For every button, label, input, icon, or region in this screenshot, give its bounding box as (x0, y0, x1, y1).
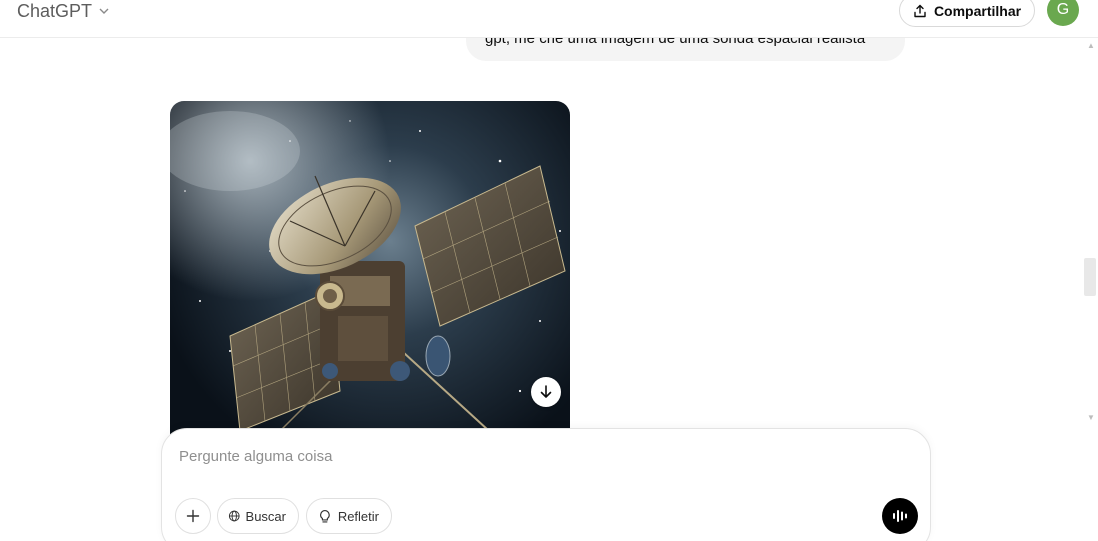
model-selector[interactable]: ChatGPT (17, 0, 110, 22)
reason-tool-label: Refletir (337, 508, 379, 524)
lightbulb-icon (320, 509, 330, 523)
chevron-down-icon (99, 8, 109, 14)
message-composer: Buscar Refletir (161, 428, 931, 541)
share-button[interactable]: Compartilhar (899, 0, 1035, 27)
search-tool-label: Buscar (245, 508, 286, 524)
plus-icon (186, 509, 200, 523)
share-icon (914, 4, 926, 17)
search-tool-button[interactable]: Buscar (217, 498, 299, 534)
voice-waveform-icon (893, 510, 907, 522)
scroll-up-arrow-icon[interactable]: ▲ (1086, 41, 1096, 51)
voice-mode-button[interactable] (882, 498, 918, 534)
scrollbar-thumb[interactable] (1084, 258, 1096, 296)
globe-icon (228, 510, 240, 522)
scroll-down-arrow-icon[interactable]: ▼ (1086, 413, 1096, 423)
attach-button[interactable] (175, 498, 211, 534)
avatar[interactable]: G (1047, 0, 1079, 26)
model-name: ChatGPT (17, 0, 93, 21)
top-header: ChatGPT Compartilhar G (0, 0, 1098, 38)
arrow-down-icon (540, 385, 552, 398)
share-label: Compartilhar (933, 2, 1022, 19)
reason-tool-button[interactable]: Refletir (306, 498, 392, 534)
download-image-button[interactable] (531, 377, 561, 407)
prompt-input[interactable] (179, 445, 859, 467)
